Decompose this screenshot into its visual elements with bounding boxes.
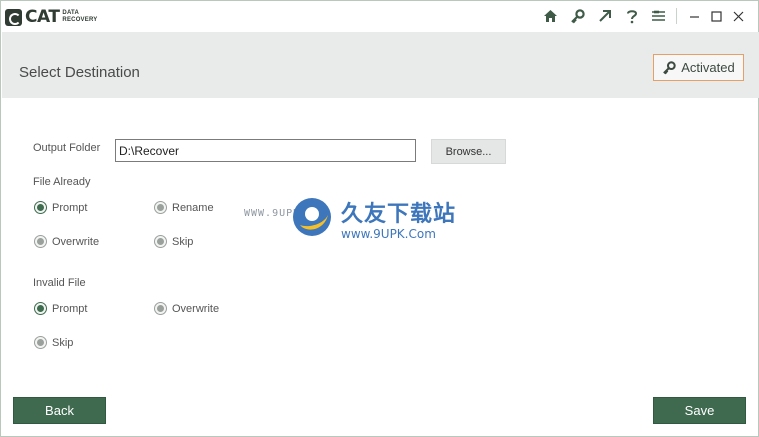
minimize-button[interactable] xyxy=(683,4,705,28)
file-already-label: File Already xyxy=(33,176,91,188)
help-icon[interactable] xyxy=(618,4,645,28)
watermark-url-bottom: www.9UPK.Com xyxy=(341,227,436,241)
browse-button[interactable]: Browse... xyxy=(431,139,506,164)
radio-label: Skip xyxy=(52,336,74,349)
output-folder-input[interactable] xyxy=(115,139,416,162)
app-window: CAT DATA RECOVERY Select Destination Act… xyxy=(0,0,759,437)
maximize-button[interactable] xyxy=(705,4,727,28)
file-already-skip-radio[interactable]: Skip xyxy=(154,235,193,248)
save-button[interactable]: Save xyxy=(653,397,746,424)
file-already-rename-radio[interactable]: Rename xyxy=(154,201,214,214)
activated-button[interactable]: Activated xyxy=(653,54,744,81)
invalid-file-overwrite-radio[interactable]: Overwrite xyxy=(154,302,219,315)
radio-dot xyxy=(34,235,47,248)
invalid-file-skip-radio[interactable]: Skip xyxy=(34,336,73,349)
menu-icon[interactable] xyxy=(645,4,672,28)
page-header: Select Destination Activated xyxy=(2,32,759,98)
app-logo: CAT DATA RECOVERY xyxy=(5,6,97,28)
toolbar-divider xyxy=(676,8,677,24)
maximize-icon xyxy=(710,10,722,22)
home-icon[interactable] xyxy=(537,4,564,28)
page-title: Select Destination xyxy=(19,64,140,81)
close-icon xyxy=(733,11,743,21)
invalid-file-prompt-radio[interactable]: Prompt xyxy=(34,302,87,315)
radio-label: Prompt xyxy=(52,302,88,315)
watermark: WWW.9UPK.COM 久友下载站 www.9UPK.Com xyxy=(244,193,504,259)
logo-text: CAT xyxy=(25,6,60,27)
radio-dot xyxy=(34,302,47,315)
output-folder-label: Output Folder xyxy=(33,142,101,154)
logo-mark-icon xyxy=(5,8,22,26)
radio-dot xyxy=(154,302,167,315)
invalid-file-label: Invalid File xyxy=(33,277,86,289)
title-bar: CAT DATA RECOVERY xyxy=(1,1,758,31)
watermark-logo-icon xyxy=(293,198,331,236)
radio-label: Rename xyxy=(172,201,214,214)
back-button[interactable]: Back xyxy=(13,397,106,424)
arrow-up-right-icon[interactable] xyxy=(591,4,618,28)
radio-dot xyxy=(154,201,167,214)
radio-label: Overwrite xyxy=(52,235,100,248)
radio-dot xyxy=(154,235,167,248)
minimize-icon xyxy=(689,15,699,18)
radio-label: Skip xyxy=(172,235,194,248)
radio-dot xyxy=(34,336,47,349)
radio-label: Prompt xyxy=(52,201,88,214)
key-icon xyxy=(663,60,676,74)
activated-label: Activated xyxy=(681,60,735,75)
file-already-overwrite-radio[interactable]: Overwrite xyxy=(34,235,99,248)
close-button[interactable] xyxy=(727,4,749,28)
radio-dot xyxy=(34,201,47,214)
watermark-cn-text: 久友下载站 xyxy=(341,202,457,227)
toolbar-icons xyxy=(537,4,749,28)
radio-label: Overwrite xyxy=(172,302,220,315)
logo-subtitle: DATA RECOVERY xyxy=(62,10,98,23)
file-already-prompt-radio[interactable]: Prompt xyxy=(34,201,87,214)
key-icon[interactable] xyxy=(564,4,591,28)
